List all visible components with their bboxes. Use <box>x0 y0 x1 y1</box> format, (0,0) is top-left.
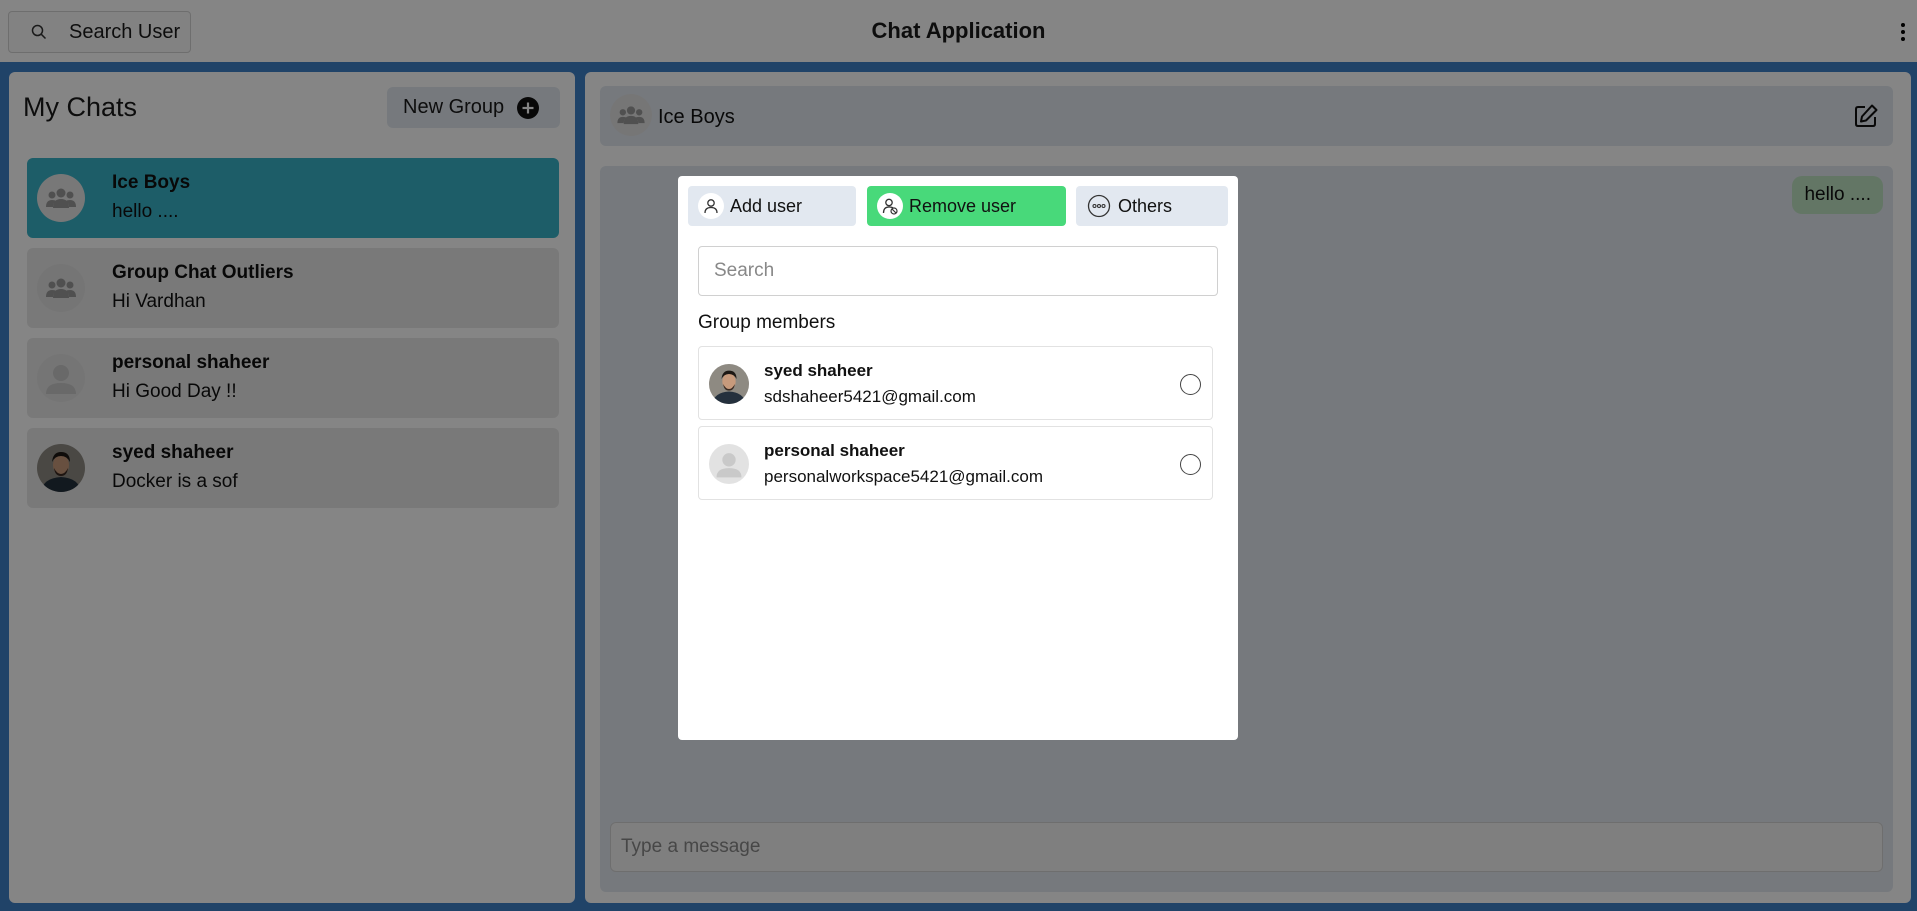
tab-label: Remove user <box>909 195 1017 216</box>
tab-add-user[interactable]: Add user <box>688 186 856 226</box>
user-icon <box>698 193 724 219</box>
user-placeholder-icon <box>709 444 749 484</box>
more-icon <box>1086 193 1112 219</box>
member-select-radio[interactable] <box>1180 374 1201 395</box>
tab-label: Add user <box>730 195 803 216</box>
member-row-personal-shaheer[interactable]: personal shaheer personalworkspace5421@g… <box>698 426 1213 500</box>
tab-others[interactable]: Others <box>1076 186 1228 226</box>
group-members-label: Group members <box>698 312 836 333</box>
member-name: syed shaheer <box>764 361 873 380</box>
user-photo <box>709 364 749 404</box>
tab-label: Others <box>1118 195 1173 216</box>
member-row-syed-shaheer[interactable]: syed shaheer sdshaheer5421@gmail.com <box>698 346 1213 420</box>
member-search-input[interactable]: Search <box>698 246 1218 296</box>
member-email: sdshaheer5421@gmail.com <box>764 387 976 406</box>
member-select-radio[interactable] <box>1180 454 1201 475</box>
user-remove-icon <box>877 193 903 219</box>
group-settings-modal: Add user Remove user Others Search Group… <box>678 176 1238 740</box>
member-name: personal shaheer <box>764 441 905 460</box>
member-email: personalworkspace5421@gmail.com <box>764 467 1044 486</box>
tab-remove-user[interactable]: Remove user <box>867 186 1066 226</box>
